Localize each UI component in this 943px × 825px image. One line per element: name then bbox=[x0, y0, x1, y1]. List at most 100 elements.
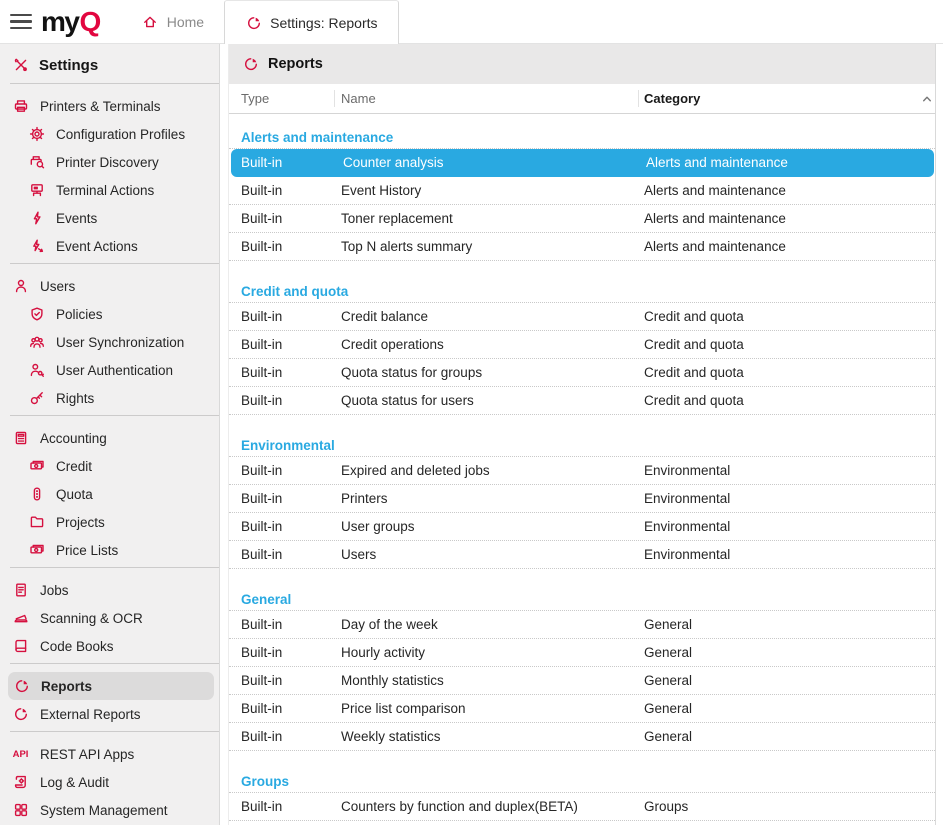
sidebar-item-label: Configuration Profiles bbox=[56, 127, 185, 142]
report-row-quota-status-for-groups[interactable]: Built-inQuota status for groupsCredit an… bbox=[229, 359, 935, 387]
sidebar-item-policies[interactable]: Policies bbox=[0, 300, 219, 328]
sidebar-item-printers-terminals[interactable]: Printers & Terminals bbox=[0, 92, 219, 120]
report-row-price-list-comparison[interactable]: Built-inPrice list comparisonGeneral bbox=[229, 695, 935, 723]
sidebar-item-configuration-profiles[interactable]: Configuration Profiles bbox=[0, 120, 219, 148]
sidebar-item-scanning-ocr[interactable]: Scanning & OCR bbox=[0, 604, 219, 632]
report-name: Credit balance bbox=[335, 309, 639, 324]
sidebar-item-terminal-actions[interactable]: Terminal Actions bbox=[0, 176, 219, 204]
report-row-user-groups[interactable]: Built-inUser groupsEnvironmental bbox=[229, 513, 935, 541]
report-name: Users bbox=[335, 547, 639, 562]
report-type: Built-in bbox=[231, 155, 337, 170]
shield-check-icon bbox=[28, 306, 45, 323]
report-row-counter-analysis[interactable]: Built-inCounter analysisAlerts and maint… bbox=[231, 149, 934, 177]
group-header-environmental: Environmental bbox=[229, 435, 935, 457]
reports-panel: Reports Type Name Category Alerts and ma… bbox=[228, 44, 936, 825]
report-type: Built-in bbox=[229, 337, 335, 352]
report-row-credit-operations[interactable]: Built-inCredit operationsCredit and quot… bbox=[229, 331, 935, 359]
myq-logo[interactable]: myQ bbox=[41, 0, 100, 43]
sort-ascending-icon[interactable] bbox=[918, 90, 935, 107]
sidebar-item-events[interactable]: Events bbox=[0, 204, 219, 232]
report-row-toner-replacement[interactable]: Built-inToner replacementAlerts and main… bbox=[229, 205, 935, 233]
report-row-top-n-alerts-summary[interactable]: Built-inTop N alerts summaryAlerts and m… bbox=[229, 233, 935, 261]
group-header-alerts-and-maintenance: Alerts and maintenance bbox=[229, 127, 935, 149]
sidebar-item-users[interactable]: Users bbox=[0, 272, 219, 300]
gear-icon bbox=[28, 126, 45, 143]
sidebar-item-rest-api-apps[interactable]: APIREST API Apps bbox=[0, 740, 219, 768]
column-header-category[interactable]: Category bbox=[639, 91, 918, 106]
sidebar-item-log-audit[interactable]: Log & Audit bbox=[0, 768, 219, 796]
report-name: Day of the week bbox=[335, 617, 639, 632]
report-row-users[interactable]: Built-inUsersEnvironmental bbox=[229, 541, 935, 569]
sidebar-item-label: Events bbox=[56, 211, 97, 226]
report-category: Alerts and maintenance bbox=[639, 239, 935, 254]
printer-icon bbox=[12, 98, 29, 115]
sidebar-item-label: Policies bbox=[56, 307, 103, 322]
report-row-weekly-statistics[interactable]: Built-inWeekly statisticsGeneral bbox=[229, 723, 935, 751]
report-row-day-of-the-week[interactable]: Built-inDay of the weekGeneral bbox=[229, 611, 935, 639]
report-row-expired-and-deleted-jobs[interactable]: Built-inExpired and deleted jobsEnvironm… bbox=[229, 457, 935, 485]
sidebar-item-label: User Authentication bbox=[56, 363, 173, 378]
sidebar-item-credit[interactable]: Credit bbox=[0, 452, 219, 480]
sidebar-item-event-actions[interactable]: Event Actions bbox=[0, 232, 219, 260]
users-group-icon bbox=[28, 334, 45, 351]
sidebar-item-reports[interactable]: Reports bbox=[8, 672, 214, 700]
logo-text-q: Q bbox=[79, 6, 99, 38]
sidebar-title-label: Settings bbox=[39, 57, 98, 74]
report-row-event-history[interactable]: Built-inEvent HistoryAlerts and maintena… bbox=[229, 177, 935, 205]
column-header-name[interactable]: Name bbox=[335, 91, 638, 106]
sidebar-item-label: Terminal Actions bbox=[56, 183, 154, 198]
column-header-type[interactable]: Type bbox=[229, 91, 334, 106]
sidebar-item-jobs[interactable]: Jobs bbox=[0, 576, 219, 604]
report-category: Environmental bbox=[639, 463, 935, 478]
reports-table: Alerts and maintenanceBuilt-inCounter an… bbox=[229, 114, 935, 825]
report-name: Quota status for groups bbox=[335, 365, 639, 380]
report-row-counters-by-function-and-duplex-beta[interactable]: Built-inCounters by function and duplex(… bbox=[229, 793, 935, 821]
sidebar-item-projects[interactable]: Projects bbox=[0, 508, 219, 536]
sidebar-item-accounting[interactable]: Accounting bbox=[0, 424, 219, 452]
report-row-quota-status-for-users[interactable]: Built-inQuota status for usersCredit and… bbox=[229, 387, 935, 415]
report-category: General bbox=[639, 617, 935, 632]
sidebar-divider bbox=[10, 415, 219, 416]
report-category: Alerts and maintenance bbox=[639, 183, 935, 198]
sidebar-item-label: Jobs bbox=[40, 583, 69, 598]
sidebar-item-user-authentication[interactable]: User Authentication bbox=[0, 356, 219, 384]
tab-settings-reports[interactable]: Settings: Reports bbox=[224, 0, 398, 44]
tab-settings-reports-label: Settings: Reports bbox=[270, 15, 377, 31]
sidebar-item-rights[interactable]: Rights bbox=[0, 384, 219, 412]
report-type: Built-in bbox=[229, 239, 335, 254]
report-row-monthly-statistics[interactable]: Built-inMonthly statisticsGeneral bbox=[229, 667, 935, 695]
sidebar-item-label: Projects bbox=[56, 515, 105, 530]
report-type: Built-in bbox=[229, 617, 335, 632]
sidebar-item-code-books[interactable]: Code Books bbox=[0, 632, 219, 660]
report-row-hourly-activity[interactable]: Built-inHourly activityGeneral bbox=[229, 639, 935, 667]
sidebar-item-user-synchronization[interactable]: User Synchronization bbox=[0, 328, 219, 356]
home-icon bbox=[142, 13, 159, 30]
sidebar-item-external-reports[interactable]: External Reports bbox=[0, 700, 219, 728]
report-type: Built-in bbox=[229, 729, 335, 744]
report-name: Hourly activity bbox=[335, 645, 639, 660]
report-category: Credit and quota bbox=[639, 309, 935, 324]
report-row-printers[interactable]: Built-inPrintersEnvironmental bbox=[229, 485, 935, 513]
tab-home[interactable]: Home bbox=[122, 0, 224, 43]
report-category: General bbox=[639, 701, 935, 716]
api-icon: API bbox=[12, 746, 29, 763]
report-row-credit-balance[interactable]: Built-inCredit balanceCredit and quota bbox=[229, 303, 935, 331]
scanner-icon bbox=[12, 610, 29, 627]
report-name: Toner replacement bbox=[335, 211, 639, 226]
report-name: Event History bbox=[335, 183, 639, 198]
sidebar-item-system-management[interactable]: System Management bbox=[0, 796, 219, 824]
sidebar-item-label: Users bbox=[40, 279, 75, 294]
calculator-icon bbox=[12, 430, 29, 447]
report-name: Credit operations bbox=[335, 337, 639, 352]
hamburger-menu-icon[interactable] bbox=[10, 0, 32, 43]
sidebar-item-quota[interactable]: Quota bbox=[0, 480, 219, 508]
sidebar-item-printer-discovery[interactable]: Printer Discovery bbox=[0, 148, 219, 176]
sidebar-item-price-lists[interactable]: Price Lists bbox=[0, 536, 219, 564]
pie-chart-icon bbox=[245, 14, 262, 31]
pie-chart-icon bbox=[12, 706, 29, 723]
report-category: Credit and quota bbox=[639, 337, 935, 352]
app-shell: Settings Printers & Terminals Configurati… bbox=[0, 44, 943, 825]
group-header-general: General bbox=[229, 589, 935, 611]
book-icon bbox=[12, 638, 29, 655]
report-category: General bbox=[639, 673, 935, 688]
